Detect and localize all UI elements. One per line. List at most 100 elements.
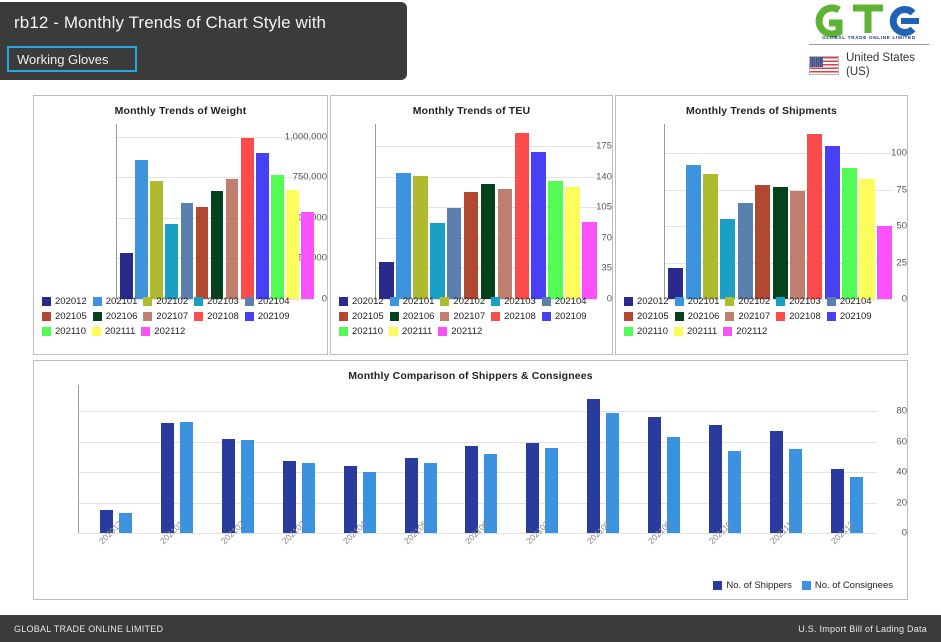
legend-item[interactable]: 202108 (194, 311, 239, 322)
bar[interactable] (824, 145, 840, 299)
legend-item[interactable]: 202101 (92, 296, 137, 307)
legend-item[interactable]: 202012 (624, 296, 669, 307)
bar[interactable] (807, 134, 823, 299)
legend-item[interactable]: 202012 (339, 296, 384, 307)
legend-item[interactable]: 202107 (143, 311, 188, 322)
legend-item[interactable]: 202109 (826, 311, 872, 322)
bar[interactable] (545, 447, 559, 533)
legend-item[interactable]: 202101 (674, 296, 719, 307)
bar[interactable] (587, 399, 601, 533)
bar[interactable] (429, 222, 445, 299)
legend-item[interactable]: 202108 (776, 311, 821, 322)
legend-item[interactable]: 202111 (389, 326, 432, 337)
bar[interactable] (531, 152, 547, 299)
legend-item[interactable]: 202110 (624, 326, 668, 337)
bar[interactable] (720, 218, 736, 299)
bar[interactable] (195, 207, 209, 299)
legend-item[interactable]: 202111 (674, 326, 717, 337)
legend-item[interactable]: 202112 (438, 326, 482, 337)
bar[interactable] (343, 466, 357, 533)
bar[interactable] (465, 446, 479, 533)
bar[interactable] (255, 153, 269, 299)
bar[interactable] (463, 192, 479, 299)
bar[interactable] (685, 164, 701, 299)
legend-item[interactable]: 202106 (389, 311, 434, 322)
legend-item[interactable]: 202105 (624, 311, 669, 322)
bar[interactable] (301, 211, 314, 299)
bar[interactable] (225, 179, 239, 299)
bar[interactable] (789, 191, 805, 299)
legend-item[interactable]: 202107 (725, 311, 770, 322)
bar[interactable] (480, 183, 496, 299)
bar[interactable] (413, 175, 428, 299)
legend-item[interactable]: 202110 (339, 326, 383, 337)
legend-item[interactable]: 202102 (725, 296, 770, 307)
legend-item[interactable]: 202103 (194, 296, 239, 307)
bar[interactable] (120, 252, 133, 299)
legend-item[interactable]: 202104 (826, 296, 872, 307)
bar[interactable] (396, 173, 411, 299)
legend-item[interactable]: 202112 (723, 326, 767, 337)
bar[interactable] (135, 159, 148, 299)
bar[interactable] (772, 186, 788, 299)
bar[interactable] (222, 438, 236, 533)
legend-item[interactable]: No. of Shippers (713, 580, 792, 591)
legend-item[interactable]: No. of Consignees (801, 580, 893, 591)
bar[interactable] (446, 208, 462, 299)
bar[interactable] (161, 423, 175, 533)
bar[interactable] (668, 268, 684, 299)
bar[interactable] (180, 421, 194, 533)
bar[interactable] (165, 224, 179, 299)
legend-item[interactable]: 202012 (42, 296, 87, 307)
bar[interactable] (769, 431, 783, 533)
bar[interactable] (727, 450, 741, 533)
legend-item[interactable]: 202109 (541, 311, 587, 322)
bar[interactable] (788, 449, 802, 533)
bar[interactable] (270, 175, 284, 299)
bar[interactable] (582, 222, 597, 299)
legend-item[interactable]: 202106 (674, 311, 719, 322)
legend-item[interactable]: 202110 (42, 326, 86, 337)
legend-item[interactable]: 202111 (92, 326, 135, 337)
bar[interactable] (241, 440, 255, 533)
legend-item[interactable]: 202104 (244, 296, 290, 307)
filter-chip-commodity[interactable]: Working Gloves (7, 46, 137, 72)
legend-item[interactable]: 202105 (42, 311, 87, 322)
bar[interactable] (180, 203, 194, 299)
legend-item[interactable]: 202108 (491, 311, 536, 322)
bar[interactable] (737, 202, 753, 299)
bar[interactable] (702, 173, 718, 299)
bar[interactable] (859, 179, 875, 299)
legend-item[interactable]: 202102 (143, 296, 188, 307)
bar[interactable] (830, 469, 844, 533)
bar[interactable] (210, 191, 224, 299)
legend-item[interactable]: 202101 (389, 296, 434, 307)
bar[interactable] (282, 461, 296, 533)
bar[interactable] (648, 417, 662, 533)
bar[interactable] (150, 180, 164, 299)
legend-item[interactable]: 202102 (440, 296, 485, 307)
bar[interactable] (379, 262, 394, 299)
bar[interactable] (755, 185, 771, 299)
legend-item[interactable]: 202109 (244, 311, 290, 322)
bar[interactable] (842, 167, 858, 299)
legend-item[interactable]: 202112 (141, 326, 185, 337)
bar[interactable] (514, 132, 530, 299)
bar[interactable] (876, 226, 892, 299)
legend-item[interactable]: 202106 (92, 311, 137, 322)
bar[interactable] (286, 189, 299, 299)
bar[interactable] (240, 137, 254, 299)
legend-item[interactable]: 202103 (491, 296, 536, 307)
bar[interactable] (708, 424, 722, 533)
legend-item[interactable]: 202107 (440, 311, 485, 322)
bar[interactable] (497, 188, 513, 299)
bar[interactable] (667, 437, 681, 533)
bar[interactable] (404, 458, 418, 533)
bar[interactable] (526, 443, 540, 533)
legend-item[interactable]: 202104 (541, 296, 587, 307)
bar[interactable] (606, 412, 620, 533)
bar[interactable] (548, 180, 563, 299)
legend-item[interactable]: 202103 (776, 296, 821, 307)
bar[interactable] (565, 187, 580, 299)
legend-item[interactable]: 202105 (339, 311, 384, 322)
